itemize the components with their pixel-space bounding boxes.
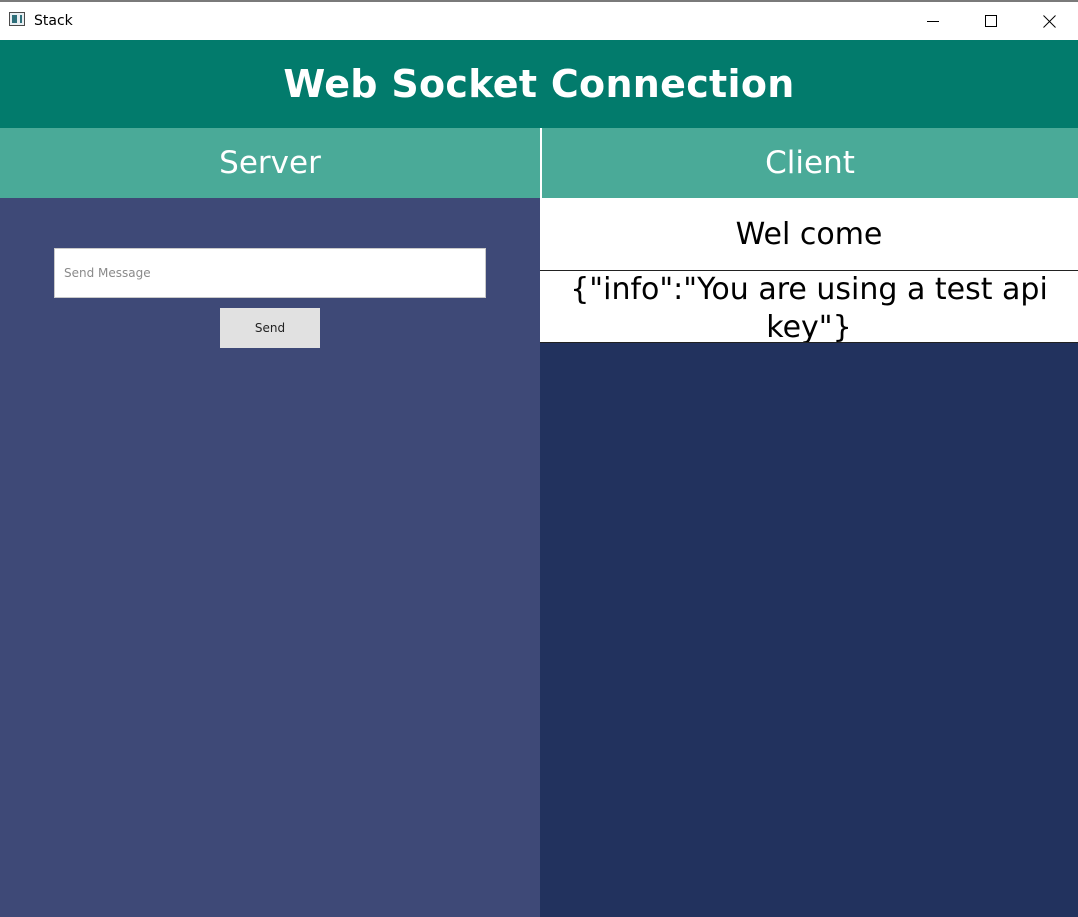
close-button[interactable] xyxy=(1020,2,1078,40)
server-panel-header: Server xyxy=(0,128,540,198)
minimize-icon xyxy=(927,21,939,22)
close-icon xyxy=(1042,14,1056,28)
send-button[interactable]: Send xyxy=(220,308,320,348)
app-window-icon xyxy=(9,12,25,26)
app-window: Stack Web Socket Connection Server Clien… xyxy=(0,0,1078,917)
minimize-button[interactable] xyxy=(904,2,962,40)
server-panel: Send xyxy=(0,198,540,917)
client-panel-header: Client xyxy=(542,128,1078,198)
client-message: Wel come xyxy=(540,198,1078,271)
client-panel: Wel come {"info":"You are using a test a… xyxy=(540,198,1078,917)
page-title: Web Socket Connection xyxy=(283,62,795,106)
maximize-button[interactable] xyxy=(962,2,1020,40)
app-header: Web Socket Connection xyxy=(0,40,1078,128)
title-bar: Stack xyxy=(0,0,1078,40)
window-title: Stack xyxy=(34,13,73,29)
maximize-icon xyxy=(985,15,997,27)
send-message-input[interactable] xyxy=(54,248,486,298)
client-message: {"info":"You are using a test api key"} xyxy=(540,271,1078,343)
